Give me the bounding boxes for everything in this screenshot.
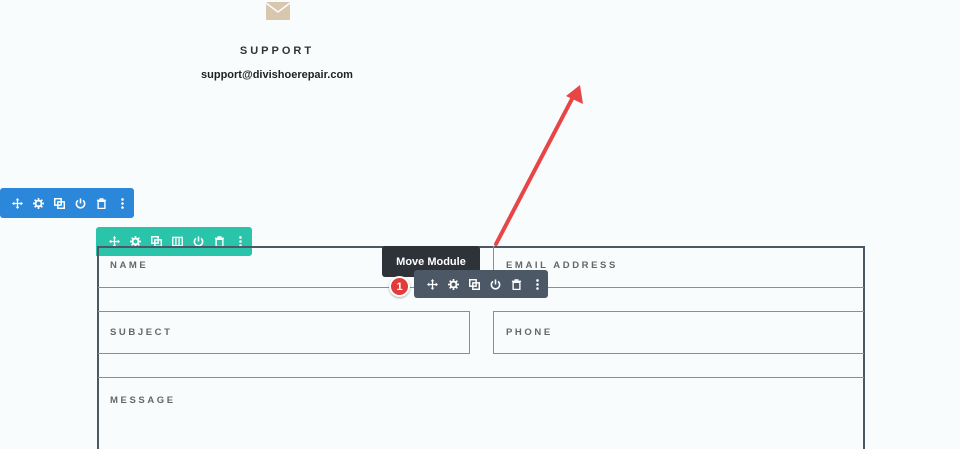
gear-icon[interactable] [443,270,464,298]
support-email[interactable]: support@divishoerepair.com [180,69,374,81]
phone-field[interactable]: PHONE [493,311,864,354]
name-label: NAME [110,260,149,271]
message-label: MESSAGE [110,395,176,406]
duplicate-icon[interactable] [464,270,485,298]
more-icon[interactable] [112,188,133,218]
move-icon[interactable] [422,270,443,298]
move-icon[interactable] [7,188,28,218]
support-title: SUPPORT [239,45,315,57]
module-toolbar [414,270,548,298]
email-field[interactable]: EMAIL ADDRESS [493,246,864,288]
message-field[interactable]: MESSAGE [98,377,864,449]
duplicate-icon[interactable] [49,188,70,218]
step-badge: 1 [389,276,410,297]
subject-label: SUBJECT [110,327,173,338]
power-icon[interactable] [485,270,506,298]
section-toolbar [0,188,134,218]
envelope-icon [266,2,290,20]
gear-icon[interactable] [28,188,49,218]
trash-icon[interactable] [91,188,112,218]
subject-field[interactable]: SUBJECT [98,311,470,354]
phone-label: PHONE [506,327,553,338]
power-icon[interactable] [70,188,91,218]
more-icon[interactable] [527,270,548,298]
trash-icon[interactable] [506,270,527,298]
